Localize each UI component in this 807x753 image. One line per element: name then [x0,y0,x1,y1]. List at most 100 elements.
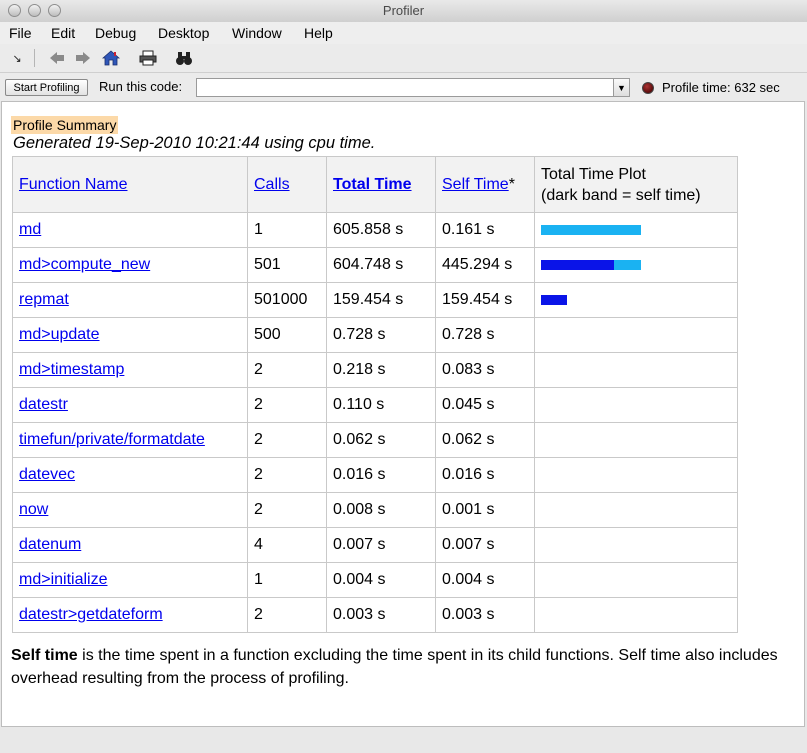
profiler-status-icon [642,82,654,94]
self-time-cell: 445.294 s [435,247,535,283]
function-link[interactable]: repmat [19,291,69,308]
profile-table: Function Name Calls Total Time Self Time… [12,156,738,633]
function-link[interactable]: md>update [19,326,100,343]
header-total-time-plot: Total Time Plot (dark band = self time) [534,156,738,213]
header-total-time[interactable]: Total Time [326,156,436,213]
print-icon[interactable] [138,49,158,67]
total-time-cell: 0.008 s [326,492,436,528]
calls-cell: 500 [247,317,327,353]
menu-bar: File Edit Debug Desktop Window Help [0,22,807,44]
function-link[interactable]: datevec [19,466,75,483]
total-time-plot-cell [534,457,738,493]
function-name-cell: datevec [12,457,248,493]
sort-by-calls-link[interactable]: Calls [254,176,290,193]
total-time-cell: 604.748 s [326,247,436,283]
function-link[interactable]: md>initialize [19,571,107,588]
profile-summary-heading: Profile Summary [11,116,119,134]
table-row: datestr 2 0.110 s 0.045 s [12,387,738,423]
table-row: datestr>getdateform 2 0.003 s 0.003 s [12,597,738,633]
back-arrow-icon[interactable] [48,49,66,67]
time-bar [541,330,721,340]
self-time-cell: 0.083 s [435,352,535,388]
total-time-cell: 0.062 s [326,422,436,458]
table-row: md>update 500 0.728 s 0.728 s [12,317,738,353]
self-time-cell: 0.062 s [435,422,535,458]
calls-cell: 2 [247,597,327,633]
header-function-name[interactable]: Function Name [12,156,248,213]
total-time-plot-cell [534,527,738,563]
function-name-cell: datestr>getdateform [12,597,248,633]
menu-edit[interactable]: Edit [51,25,75,41]
header-self-time[interactable]: Self Time* [435,156,535,213]
find-binoculars-icon[interactable] [174,49,194,67]
function-link[interactable]: md>compute_new [19,256,150,273]
function-name-cell: md>timestamp [12,352,248,388]
profile-report: Profile Summary Generated 19-Sep-2010 10… [1,101,805,727]
function-name-cell: datestr [12,387,248,423]
total-time-cell: 0.007 s [326,527,436,563]
total-time-plot-cell [534,492,738,528]
calls-cell: 2 [247,457,327,493]
self-time-asterisk: * [508,175,515,193]
menu-help[interactable]: Help [304,25,333,41]
time-bar [541,435,721,445]
dock-icon[interactable]: ↘ [10,49,24,67]
start-profiling-button[interactable]: Start Profiling [5,79,88,96]
chevron-down-icon: ▼ [617,82,626,93]
function-name-cell: md [12,212,248,248]
function-link[interactable]: md>timestamp [19,361,124,378]
self-time-cell: 159.454 s [435,282,535,318]
self-time-cell: 0.016 s [435,457,535,493]
function-name-cell: md>initialize [12,562,248,598]
function-link[interactable]: timefun/private/formatdate [19,431,205,448]
table-row: datenum 4 0.007 s 0.007 s [12,527,738,563]
function-name-cell: timefun/private/formatdate [12,422,248,458]
function-link[interactable]: datestr>getdateform [19,606,163,623]
time-bar [541,295,721,305]
footnote-bold: Self time [11,647,78,664]
sort-by-self-time-link[interactable]: Self Time [442,176,509,193]
sort-by-function-link[interactable]: Function Name [19,176,128,193]
plot-header-line2: (dark band = self time) [541,186,701,204]
home-icon[interactable] [101,49,121,67]
calls-cell: 2 [247,492,327,528]
menu-window[interactable]: Window [232,25,282,41]
menu-desktop[interactable]: Desktop [158,25,209,41]
function-link[interactable]: datenum [19,536,81,553]
time-bar [541,505,721,515]
title-bar: Profiler [0,0,807,23]
run-code-dropdown-button[interactable]: ▼ [613,78,630,97]
total-time-plot-cell [534,317,738,353]
time-bar [541,400,721,410]
self-time-cell: 0.045 s [435,387,535,423]
total-time-cell: 159.454 s [326,282,436,318]
function-link[interactable]: datestr [19,396,68,413]
total-time-plot-cell [534,212,738,248]
function-link[interactable]: now [19,501,48,518]
table-row: datevec 2 0.016 s 0.016 s [12,457,738,493]
time-bar [541,470,721,480]
header-calls[interactable]: Calls [247,156,327,213]
forward-arrow-icon[interactable] [74,49,92,67]
run-code-bar: Start Profiling Run this code: ▼ Profile… [0,73,807,101]
function-name-cell: md>update [12,317,248,353]
table-row: md>compute_new 501 604.748 s 445.294 s [12,247,738,283]
total-time-cell: 0.728 s [326,317,436,353]
menu-file[interactable]: File [9,25,32,41]
time-bar [541,225,721,235]
generated-text: Generated 19-Sep-2010 10:21:44 using cpu… [13,134,376,152]
run-code-input[interactable] [196,78,614,97]
total-time-plot-cell [534,422,738,458]
calls-cell: 1 [247,212,327,248]
calls-cell: 501 [247,247,327,283]
footnote-text: is the time spent in a function excludin… [11,647,778,687]
function-name-cell: repmat [12,282,248,318]
time-bar [541,365,721,375]
sort-by-total-time-link[interactable]: Total Time [333,176,412,193]
table-header-row: Function Name Calls Total Time Self Time… [12,156,738,213]
total-time-plot-cell [534,247,738,283]
function-link[interactable]: md [19,221,41,238]
menu-debug[interactable]: Debug [95,25,136,41]
self-time-cell: 0.007 s [435,527,535,563]
self-time-bar [541,295,567,305]
